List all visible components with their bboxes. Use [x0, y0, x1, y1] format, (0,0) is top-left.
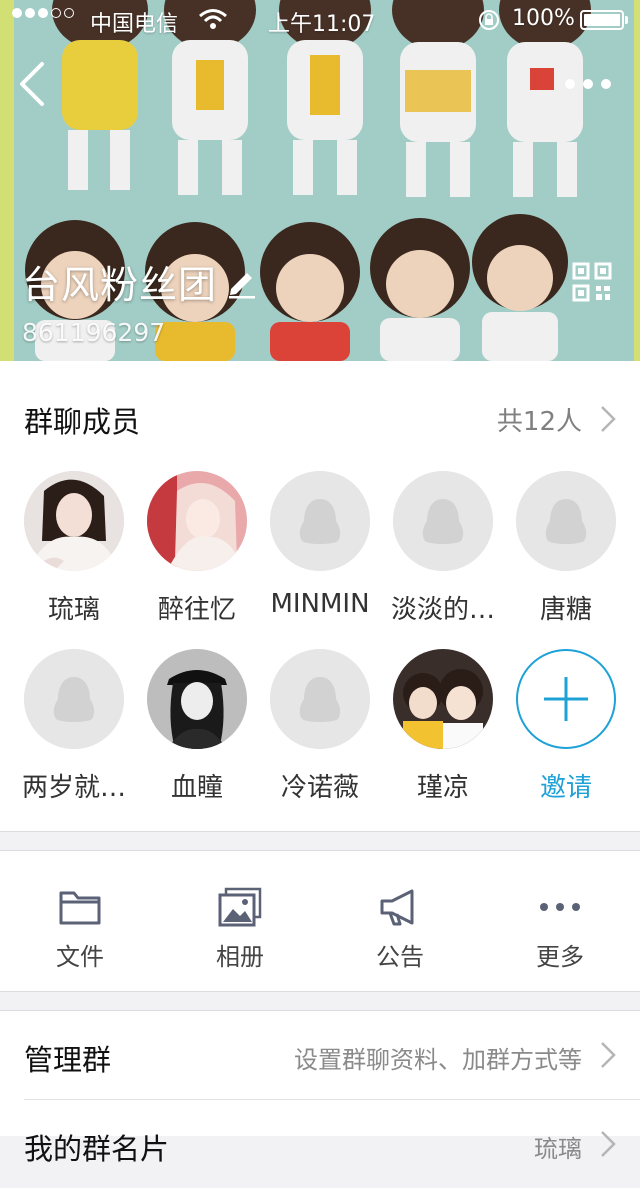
- group-id: 861196297: [22, 318, 166, 347]
- manage-group-label: 管理群: [24, 1043, 112, 1077]
- member-name: 醉往忆: [157, 595, 236, 625]
- member-item[interactable]: 两岁就…: [14, 649, 134, 804]
- member-name: 两岁就…: [21, 773, 126, 803]
- member-item[interactable]: 淡淡的…: [383, 471, 503, 626]
- member-avatar: [393, 649, 493, 749]
- wifi-icon: [199, 9, 227, 29]
- more-tools-button[interactable]: 更多: [480, 851, 640, 991]
- edit-pencil-icon[interactable]: [225, 265, 259, 299]
- back-arrow-icon[interactable]: [14, 58, 54, 110]
- manage-group-hint: 设置群聊资料、加群方式等: [294, 1046, 582, 1074]
- folder-icon: [59, 891, 101, 925]
- files-button[interactable]: 文件: [0, 851, 160, 991]
- member-item[interactable]: 冷诺薇: [260, 649, 380, 804]
- my-group-card-row[interactable]: 我的群名片 琉璃: [0, 1100, 640, 1188]
- member-name: 淡淡的…: [390, 595, 495, 625]
- my-group-card-value: 琉璃: [534, 1135, 582, 1163]
- default-avatar-penguin-icon: [270, 649, 370, 749]
- more-label: 更多: [536, 943, 584, 971]
- battery-icon: [580, 10, 628, 30]
- member-item[interactable]: MINMIN: [260, 471, 380, 619]
- album-label: 相册: [216, 943, 264, 971]
- settings-list: 管理群 设置群聊资料、加群方式等 我的群名片 琉璃: [0, 1010, 640, 1166]
- my-group-card-label: 我的群名片: [24, 1132, 170, 1166]
- megaphone-icon: [380, 889, 414, 926]
- member-item[interactable]: 琉璃: [14, 471, 134, 626]
- group-tools-row: 文件 相册 公告 更多: [0, 850, 640, 992]
- default-avatar-penguin-icon: [516, 471, 616, 571]
- battery-percentage: 100%: [512, 6, 575, 31]
- chevron-right-icon: [601, 1042, 616, 1068]
- default-avatar-penguin-icon: [24, 649, 124, 749]
- default-avatar-penguin-icon: [270, 471, 370, 571]
- member-item[interactable]: 醉往忆: [137, 471, 257, 626]
- members-header-row[interactable]: 群聊成员 共12人: [0, 361, 640, 471]
- member-name: MINMIN: [270, 589, 370, 619]
- members-title: 群聊成员: [24, 405, 141, 439]
- chevron-right-icon: [601, 406, 616, 432]
- group-name-row: 台风粉丝团: [22, 254, 259, 309]
- member-name: 血瞳: [170, 773, 223, 803]
- announcement-button[interactable]: 公告: [320, 851, 480, 991]
- member-name: 琉璃: [47, 595, 100, 625]
- files-label: 文件: [56, 943, 104, 971]
- carrier-name: 中国电信: [90, 12, 179, 37]
- album-icon: [218, 887, 262, 927]
- invite-label: 邀请: [539, 773, 592, 803]
- group-name: 台风粉丝团: [22, 263, 218, 307]
- default-avatar-penguin-icon: [393, 471, 493, 571]
- member-avatar: [147, 649, 247, 749]
- manage-group-row[interactable]: 管理群 设置群聊资料、加群方式等: [0, 1011, 640, 1100]
- more-options-icon[interactable]: [562, 70, 614, 98]
- member-name: 唐糖: [539, 595, 592, 625]
- member-avatar: [24, 471, 124, 571]
- member-avatar: [147, 471, 247, 571]
- qr-code-icon[interactable]: [572, 262, 612, 302]
- invite-member-button[interactable]: 邀请: [506, 649, 626, 804]
- group-header-banner: 中国电信 上午11:07 100% 台风粉丝团 861196297: [0, 0, 640, 361]
- status-bar: 中国电信 上午11:07 100%: [0, 0, 640, 40]
- member-item[interactable]: 血瞳: [137, 649, 257, 804]
- status-time: 上午11:07: [268, 12, 376, 37]
- members-count: 共12人: [496, 407, 582, 437]
- more-dots-icon: [540, 903, 580, 911]
- album-button[interactable]: 相册: [160, 851, 320, 991]
- member-item[interactable]: 瑾凉: [383, 649, 503, 804]
- member-item[interactable]: 唐糖: [506, 471, 626, 626]
- group-members-card: 群聊成员 共12人 琉璃 醉往忆 MINMIN 淡淡的… 唐糖 两岁就… 血瞳 …: [0, 361, 640, 832]
- member-name: 冷诺薇: [280, 773, 359, 803]
- member-name: 瑾凉: [416, 773, 469, 803]
- announcement-label: 公告: [376, 943, 424, 971]
- plus-icon: [516, 649, 616, 749]
- chevron-right-icon: [601, 1131, 616, 1157]
- rotation-lock-icon: [479, 10, 499, 30]
- signal-strength-icon: [12, 8, 74, 18]
